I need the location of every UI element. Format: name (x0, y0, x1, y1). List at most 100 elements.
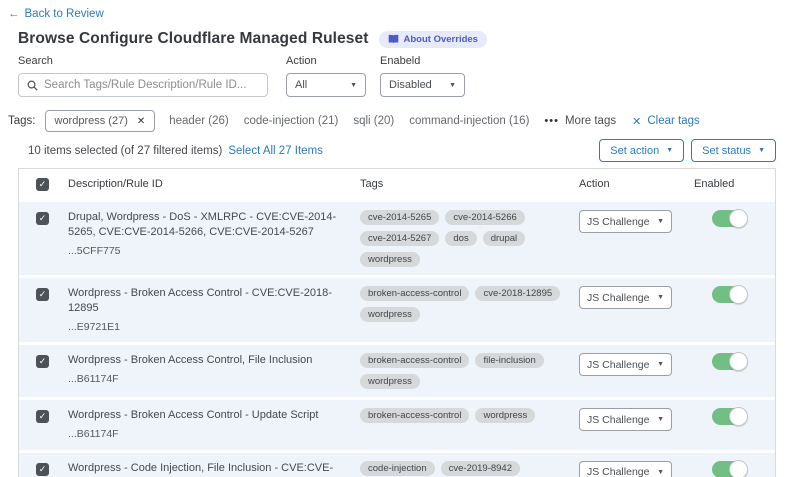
enabled-toggle[interactable] (712, 286, 747, 303)
available-tag[interactable]: sqli (20) (353, 115, 394, 127)
row-checkbox[interactable]: ✓ (36, 355, 49, 368)
row-checkbox[interactable]: ✓ (36, 288, 49, 301)
toggle-knob (729, 285, 748, 304)
back-to-review-link[interactable]: ← Back to Review (8, 8, 104, 20)
table-row: ✓ Wordpress - Code Injection, File Inclu… (19, 453, 775, 477)
tag-pill: code-injection (360, 461, 435, 476)
table-row: ✓ Wordpress - Broken Access Control - CV… (19, 278, 775, 342)
back-arrow-icon: ← (8, 8, 20, 20)
search-label: Search (18, 55, 268, 67)
rule-id: ...E9721E1 (68, 320, 346, 335)
chevron-down-icon: ▼ (657, 469, 664, 476)
rule-tags: broken-access-controlcve-2018-12895wordp… (360, 286, 579, 334)
rule-action-select[interactable]: JS Challenge ▼ (579, 286, 672, 309)
more-tags-button[interactable]: ••• More tags (544, 115, 616, 127)
enabled-label: Enabeld (380, 55, 465, 67)
rule-id: ...B61174F (68, 427, 346, 442)
search-input-wrap (18, 73, 268, 97)
enabled-toggle[interactable] (712, 461, 747, 477)
tag-pill: cve-2014-5267 (360, 231, 439, 246)
enabled-toggle[interactable] (712, 353, 747, 370)
col-action: Action (579, 178, 694, 190)
rule-action-value: JS Challenge (587, 292, 649, 304)
chevron-down-icon: ▼ (657, 416, 664, 423)
set-status-label: Set status (702, 145, 751, 157)
tag-pill: wordpress (360, 252, 420, 267)
enabled-toggle[interactable] (712, 210, 747, 227)
rule-action-select[interactable]: JS Challenge ▼ (579, 461, 672, 477)
row-checkbox[interactable]: ✓ (36, 463, 49, 476)
table-row: ✓ Wordpress - Broken Access Control, Fil… (19, 345, 775, 397)
col-tags: Tags (360, 178, 579, 190)
back-link-label: Back to Review (25, 8, 104, 20)
search-input[interactable] (44, 79, 259, 91)
toggle-knob (729, 407, 748, 426)
tag-pill: broken-access-control (360, 286, 469, 301)
tags-bar: Tags: wordpress (27) ✕ header (26) code-i… (8, 110, 786, 132)
available-tag[interactable]: code-injection (21) (244, 115, 339, 127)
toggle-knob (729, 352, 748, 371)
page-title: Browse Configure Cloudflare Managed Rule… (18, 30, 369, 48)
select-all-link[interactable]: Select All 27 Items (228, 145, 323, 157)
rule-action-select[interactable]: JS Challenge ▼ (579, 210, 672, 233)
selection-bar: 10 items selected (of 27 filtered items)… (18, 139, 776, 162)
rule-description: Drupal, Wordpress - DoS - XMLRPC - CVE:C… (68, 210, 346, 241)
rule-action-value: JS Challenge (587, 359, 649, 371)
title-row: Browse Configure Cloudflare Managed Rule… (18, 30, 487, 48)
tag-pill: dos (445, 231, 476, 246)
chevron-down-icon: ▼ (657, 218, 664, 225)
enabled-filter: Enabeld Disabled ▼ (380, 55, 465, 97)
tag-pill: broken-access-control (360, 408, 469, 423)
table-header: ✓ Description/Rule ID Tags Action Enable… (19, 169, 775, 199)
action-filter-select[interactable]: All ▼ (286, 73, 366, 97)
col-description: Description/Rule ID (68, 178, 360, 190)
page: ← Back to Review Browse Configure Cloudf… (0, 0, 794, 477)
about-overrides-badge[interactable]: About Overrides (379, 31, 487, 48)
enabled-filter-select[interactable]: Disabled ▼ (380, 73, 465, 97)
available-tag[interactable]: header (26) (169, 115, 228, 127)
rule-action-value: JS Challenge (587, 466, 649, 477)
chevron-down-icon: ▼ (350, 82, 357, 89)
action-filter: Action All ▼ (286, 55, 366, 97)
rule-id: ...5CFF775 (68, 244, 346, 259)
tag-pill: cve-2018-12895 (475, 286, 560, 301)
selected-tag-chip[interactable]: wordpress (27) ✕ (45, 110, 156, 132)
chevron-down-icon: ▼ (657, 294, 664, 301)
set-status-button[interactable]: Set status ▼ (691, 139, 776, 162)
badge-label: About Overrides (404, 34, 478, 45)
tag-pill: drupal (483, 231, 525, 246)
set-action-button[interactable]: Set action ▼ (599, 139, 684, 162)
book-icon (388, 34, 399, 44)
select-all-checkbox[interactable]: ✓ (36, 178, 49, 191)
tag-pill: cve-2019-8942 (441, 461, 520, 476)
table-row: ✓ Wordpress - Broken Access Control - Up… (19, 400, 775, 449)
rule-action-select[interactable]: JS Challenge ▼ (579, 353, 672, 376)
enabled-toggle[interactable] (712, 408, 747, 425)
search-icon (27, 80, 38, 91)
tag-pill: cve-2014-5265 (360, 210, 439, 225)
chevron-down-icon: ▼ (758, 147, 765, 154)
rule-tags: broken-access-control wordpress (360, 408, 579, 441)
tag-pill: wordpress (475, 408, 535, 423)
rule-action-select[interactable]: JS Challenge ▼ (579, 408, 672, 431)
rule-description: Wordpress - Code Injection, File Inclusi… (68, 461, 346, 477)
row-checkbox[interactable]: ✓ (36, 410, 49, 423)
tags-label: Tags: (8, 115, 36, 127)
remove-tag-icon[interactable]: ✕ (137, 116, 145, 127)
more-tags-label: More tags (565, 115, 616, 127)
row-checkbox[interactable]: ✓ (36, 212, 49, 225)
rule-tags: code-injectioncve-2019-8942cve-2019-8943… (360, 461, 579, 477)
col-enabled: Enabled (694, 178, 775, 190)
rule-description: Wordpress - Broken Access Control - CVE:… (68, 286, 346, 317)
rule-id: ...B61174F (68, 372, 346, 387)
enabled-filter-value: Disabled (389, 79, 432, 91)
ellipsis-icon: ••• (544, 115, 559, 127)
selected-tag-label: wordpress (27) (55, 115, 128, 127)
rule-action-value: JS Challenge (587, 216, 649, 228)
rule-tags: broken-access-controlfile-inclusionwordp… (360, 353, 579, 389)
rule-action-value: JS Challenge (587, 414, 649, 426)
available-tag[interactable]: command-injection (16) (409, 115, 529, 127)
rule-tags: cve-2014-5265cve-2014-5266cve-2014-5267d… (360, 210, 579, 267)
clear-tags-button[interactable]: ✕ Clear tags (632, 115, 700, 128)
rules-table: ✓ Description/Rule ID Tags Action Enable… (18, 168, 776, 477)
